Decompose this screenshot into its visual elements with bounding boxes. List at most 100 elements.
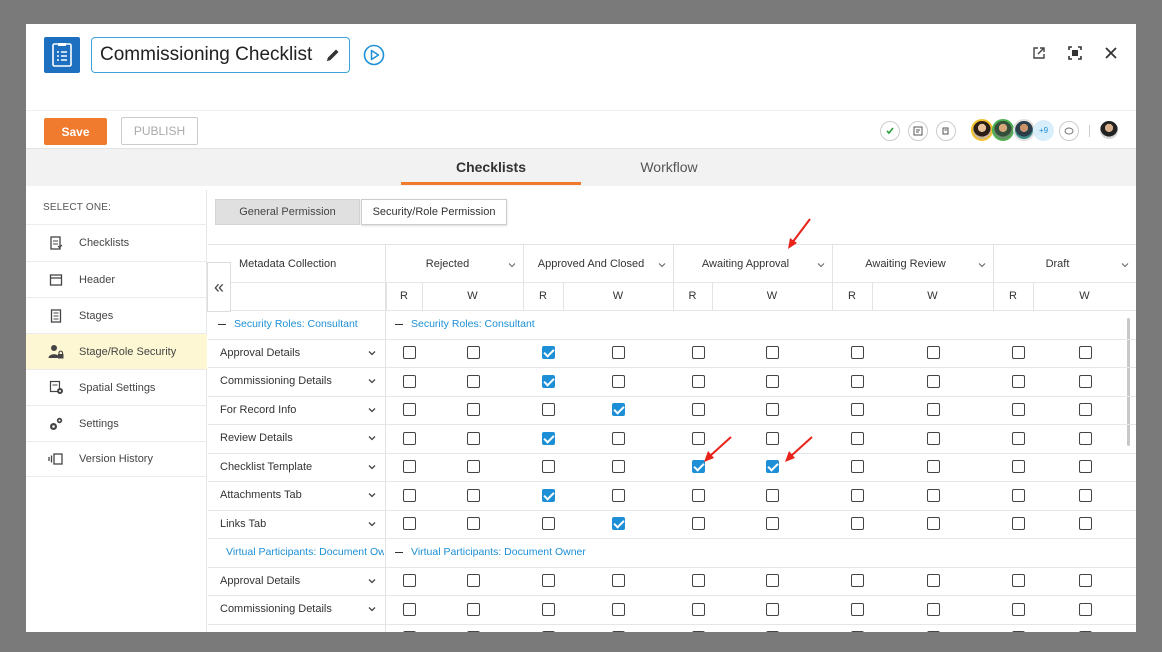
collapse-minus-icon[interactable]	[218, 323, 226, 325]
write-checkbox[interactable]	[1078, 374, 1092, 388]
read-checkbox[interactable]	[691, 346, 705, 360]
write-checkbox[interactable]	[612, 602, 625, 616]
publish-button[interactable]: PUBLISH	[121, 117, 198, 145]
sidebar-item-spatial-settings[interactable]: Spatial Settings	[26, 369, 207, 405]
scrollbar[interactable]	[1127, 318, 1130, 446]
write-checkbox[interactable]	[926, 631, 940, 632]
chevron-down-icon[interactable]	[368, 377, 376, 385]
chevron-down-icon[interactable]	[368, 349, 376, 357]
write-checkbox[interactable]	[926, 488, 940, 502]
write-checkbox[interactable]	[1078, 403, 1092, 417]
document-link-icon[interactable]	[936, 121, 956, 141]
read-checkbox[interactable]	[542, 460, 555, 474]
read-checkbox[interactable]	[403, 602, 416, 616]
read-checkbox[interactable]	[851, 431, 864, 445]
read-checkbox[interactable]	[1012, 517, 1025, 531]
read-checkbox[interactable]	[1012, 431, 1025, 445]
write-checkbox[interactable]	[926, 574, 940, 588]
read-checkbox[interactable]	[1012, 460, 1025, 474]
stage-header[interactable]: Draft	[993, 245, 1136, 282]
section-header[interactable]: Security Roles: Consultant	[218, 310, 384, 339]
write-checkbox[interactable]	[926, 374, 940, 388]
read-checkbox[interactable]	[542, 574, 555, 588]
tab-general-permission[interactable]: General Permission	[215, 199, 360, 225]
read-checkbox[interactable]	[1012, 631, 1025, 632]
chevron-down-icon[interactable]	[658, 261, 666, 269]
read-checkbox[interactable]	[542, 403, 555, 417]
read-checkbox[interactable]	[542, 346, 555, 360]
chat-icon[interactable]	[1059, 121, 1079, 141]
read-checkbox[interactable]	[851, 602, 864, 616]
read-checkbox[interactable]	[691, 574, 705, 588]
write-checkbox[interactable]	[926, 460, 940, 474]
read-checkbox[interactable]	[691, 631, 705, 632]
current-user-avatar[interactable]	[1098, 119, 1120, 141]
sidebar-item-checklists[interactable]: Checklists	[26, 224, 207, 260]
write-checkbox[interactable]	[766, 403, 779, 417]
read-checkbox[interactable]	[851, 574, 864, 588]
read-checkbox[interactable]	[1012, 346, 1025, 360]
write-checkbox[interactable]	[612, 403, 625, 417]
write-checkbox[interactable]	[766, 460, 779, 474]
read-checkbox[interactable]	[403, 488, 416, 502]
write-checkbox[interactable]	[766, 574, 779, 588]
stage-header[interactable]: Approved And Closed	[523, 245, 673, 282]
write-checkbox[interactable]	[766, 602, 779, 616]
write-checkbox[interactable]	[1078, 631, 1092, 632]
read-checkbox[interactable]	[403, 403, 416, 417]
read-checkbox[interactable]	[851, 374, 864, 388]
write-checkbox[interactable]	[466, 517, 480, 531]
sidebar-item-version-history[interactable]: Version History	[26, 441, 207, 477]
chevron-down-icon[interactable]	[368, 463, 376, 471]
user-avatar[interactable]	[1013, 119, 1035, 141]
stage-header[interactable]: Rejected	[386, 245, 523, 282]
chevron-down-icon[interactable]	[368, 434, 376, 442]
write-checkbox[interactable]	[926, 403, 940, 417]
open-external-icon[interactable]	[1030, 44, 1048, 62]
read-checkbox[interactable]	[403, 631, 416, 632]
write-checkbox[interactable]	[1078, 574, 1092, 588]
write-checkbox[interactable]	[1078, 488, 1092, 502]
read-checkbox[interactable]	[542, 602, 555, 616]
write-checkbox[interactable]	[766, 517, 779, 531]
write-checkbox[interactable]	[466, 574, 480, 588]
read-checkbox[interactable]	[542, 431, 555, 445]
write-checkbox[interactable]	[466, 374, 480, 388]
write-checkbox[interactable]	[466, 460, 480, 474]
read-checkbox[interactable]	[851, 517, 864, 531]
write-checkbox[interactable]	[1078, 460, 1092, 474]
chevron-down-icon[interactable]	[1121, 261, 1129, 269]
read-checkbox[interactable]	[691, 403, 705, 417]
read-checkbox[interactable]	[542, 374, 555, 388]
read-checkbox[interactable]	[542, 488, 555, 502]
tab-workflow[interactable]: Workflow	[579, 149, 759, 185]
chevron-down-icon[interactable]	[368, 605, 376, 613]
read-checkbox[interactable]	[403, 460, 416, 474]
write-checkbox[interactable]	[1078, 602, 1092, 616]
chevron-down-icon[interactable]	[817, 261, 825, 269]
close-icon[interactable]	[1102, 44, 1120, 62]
form-settings-icon[interactable]	[908, 121, 928, 141]
chevron-down-icon[interactable]	[368, 577, 376, 585]
read-checkbox[interactable]	[403, 574, 416, 588]
chevron-down-icon[interactable]	[978, 261, 986, 269]
read-checkbox[interactable]	[542, 631, 555, 632]
read-checkbox[interactable]	[851, 346, 864, 360]
more-users-badge[interactable]: +9	[1033, 120, 1054, 141]
write-checkbox[interactable]	[766, 631, 779, 632]
chevron-down-icon[interactable]	[508, 261, 516, 269]
write-checkbox[interactable]	[612, 631, 625, 632]
read-checkbox[interactable]	[1012, 488, 1025, 502]
write-checkbox[interactable]	[612, 488, 625, 502]
play-circle-icon[interactable]	[363, 44, 385, 66]
chevron-down-icon[interactable]	[368, 491, 376, 499]
write-checkbox[interactable]	[612, 460, 625, 474]
collapse-sidebar-button[interactable]: «	[207, 262, 231, 312]
collapse-minus-icon[interactable]	[395, 323, 403, 325]
title-field[interactable]: Commissioning Checklist	[91, 37, 350, 73]
read-checkbox[interactable]	[1012, 374, 1025, 388]
write-checkbox[interactable]	[612, 346, 625, 360]
read-checkbox[interactable]	[691, 488, 705, 502]
write-checkbox[interactable]	[612, 431, 625, 445]
read-checkbox[interactable]	[691, 517, 705, 531]
